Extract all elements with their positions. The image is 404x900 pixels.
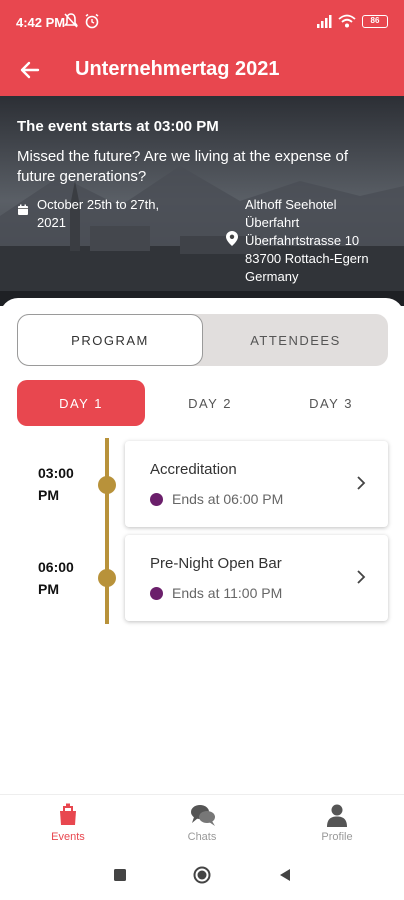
session-card[interactable]: Accreditation Ends at 06:00 PM: [125, 441, 388, 527]
status-time: 4:42 PM: [16, 15, 66, 30]
day-tabs: DAY 1 DAY 2 DAY 3: [17, 380, 388, 426]
tab-program[interactable]: PROGRAM: [17, 314, 203, 366]
session-title: Pre-Night Open Bar: [150, 555, 282, 572]
calendar-icon: [18, 204, 28, 215]
timeline-item: 03:00 PM Accreditation Ends at 06:00 PM: [0, 440, 404, 530]
events-icon: [60, 803, 76, 825]
event-venue: Althoff Seehotel Überfahrt Überfahrtstra…: [245, 197, 369, 284]
session-end-time: Ends at 11:00 PM: [172, 585, 283, 601]
nav-events[interactable]: Events: [1, 795, 135, 853]
alarm-icon: [85, 13, 99, 29]
app-bar: Unternehmertag 2021: [0, 44, 404, 96]
recents-button-icon[interactable]: [113, 868, 127, 882]
content-sheet: PROGRAM ATTENDEES DAY 1 DAY 2 DAY 3 03:0…: [0, 298, 404, 798]
nav-chats-label: Chats: [187, 831, 217, 843]
session-start-time: 03:00 PM: [38, 465, 74, 503]
battery-icon: 86: [362, 14, 388, 28]
event-start-text: The event starts at 03:00 PM: [17, 118, 219, 135]
event-description: Missed the future? Are we living at the …: [17, 148, 349, 185]
chats-icon: [191, 805, 215, 826]
nav-chats[interactable]: Chats: [135, 795, 269, 853]
status-bar: 4:42 PM 86: [0, 0, 404, 44]
session-start-time: 06:00 PM: [38, 559, 74, 597]
tab-attendees[interactable]: ATTENDEES: [203, 314, 388, 366]
location-pin-icon: [226, 231, 238, 246]
bottom-navigation: Events Chats Profile: [0, 794, 404, 852]
system-navigation-bar: [0, 852, 404, 900]
event-date: October 25th to 27th, 2021: [37, 197, 160, 230]
clock-icon: [150, 493, 163, 506]
program-attendees-toggle: PROGRAM ATTENDEES: [17, 314, 388, 366]
day-tab-3[interactable]: DAY 3: [267, 380, 395, 426]
session-title: Accreditation: [150, 461, 237, 478]
timeline-dot: [98, 569, 116, 587]
back-button-icon[interactable]: [278, 868, 292, 882]
session-card[interactable]: Pre-Night Open Bar Ends at 11:00 PM: [125, 535, 388, 621]
timeline-dot: [98, 476, 116, 494]
wifi-icon: [338, 14, 356, 28]
profile-icon: [327, 804, 347, 827]
signal-icon: [317, 14, 332, 28]
session-end-time: Ends at 06:00 PM: [172, 491, 284, 507]
home-button-icon[interactable]: [193, 866, 211, 884]
back-arrow-icon[interactable]: [16, 56, 44, 84]
chevron-right-icon: [357, 570, 366, 584]
nav-events-label: Events: [51, 831, 85, 843]
day-tab-1[interactable]: DAY 1: [17, 380, 145, 426]
nav-profile[interactable]: Profile: [270, 795, 404, 853]
mute-notification-icon: [64, 13, 78, 28]
page-title: Unternehmertag 2021: [75, 58, 280, 80]
timeline-item: 06:00 PM Pre-Night Open Bar Ends at 11:0…: [0, 534, 404, 624]
nav-profile-label: Profile: [321, 831, 353, 843]
clock-icon: [150, 587, 163, 600]
chevron-right-icon: [357, 476, 366, 490]
event-hero: The event starts at 03:00 PM Missed the …: [0, 96, 404, 306]
day-tab-2[interactable]: DAY 2: [146, 380, 274, 426]
